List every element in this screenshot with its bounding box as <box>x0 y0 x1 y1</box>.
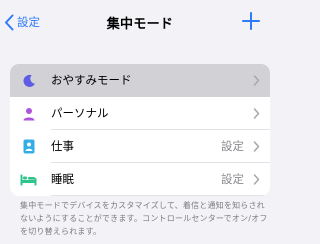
list-item-detail: 設定 <box>221 172 244 186</box>
footer-description: 集中モードでデバイスをカスタマイズして、着信と通知を知らされないようにすることが… <box>20 201 268 236</box>
list-item-detail: 設定 <box>221 139 244 153</box>
list-item-personal[interactable]: パーソナル <box>10 97 270 130</box>
person-icon <box>20 105 37 122</box>
chevron-right-icon <box>253 141 260 152</box>
focus-settings-screen: 設定 集中モード おやすみモード パーソナル 仕事 設定 睡眠 設定 集中モード… <box>0 0 280 244</box>
list-item-label: おやすみモード <box>51 73 132 87</box>
focus-mode-list: おやすみモード パーソナル 仕事 設定 睡眠 設定 <box>10 64 270 196</box>
chevron-right-icon <box>253 174 260 185</box>
list-item-do-not-disturb[interactable]: おやすみモード <box>10 64 270 97</box>
id-badge-icon <box>20 138 37 155</box>
list-item-label: 睡眠 <box>51 172 74 186</box>
bed-icon <box>20 171 37 188</box>
moon-icon <box>20 72 37 89</box>
list-item-work[interactable]: 仕事 設定 <box>10 130 270 163</box>
plus-icon <box>242 12 260 30</box>
list-item-label: パーソナル <box>51 106 109 120</box>
navigation-bar: 設定 集中モード <box>0 0 280 44</box>
chevron-right-icon <box>253 108 260 119</box>
add-button[interactable] <box>240 10 262 32</box>
row-separator <box>51 195 270 196</box>
chevron-right-icon <box>253 75 260 86</box>
list-item-label: 仕事 <box>51 139 74 153</box>
page-title: 集中モード <box>106 17 174 32</box>
list-item-sleep[interactable]: 睡眠 設定 <box>10 163 270 196</box>
